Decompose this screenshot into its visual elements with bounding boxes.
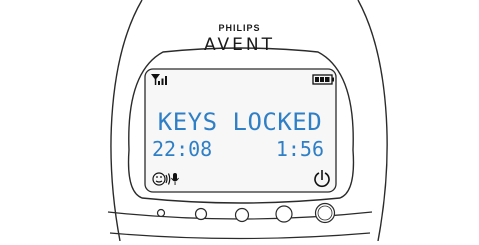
button-1[interactable] xyxy=(156,208,166,218)
lower-shell-line xyxy=(109,232,371,240)
lcd-status-text: KEYS LOCKED xyxy=(157,108,323,136)
brand-logo: AVENT xyxy=(203,35,275,55)
button-4[interactable] xyxy=(275,205,293,223)
lcd-clock: 22:08 xyxy=(152,137,213,161)
brand-maker-label: PHILIPS xyxy=(218,23,261,33)
button-3[interactable] xyxy=(234,207,250,223)
button-2[interactable] xyxy=(194,207,208,221)
lcd-timer: 1:56 xyxy=(275,137,324,161)
